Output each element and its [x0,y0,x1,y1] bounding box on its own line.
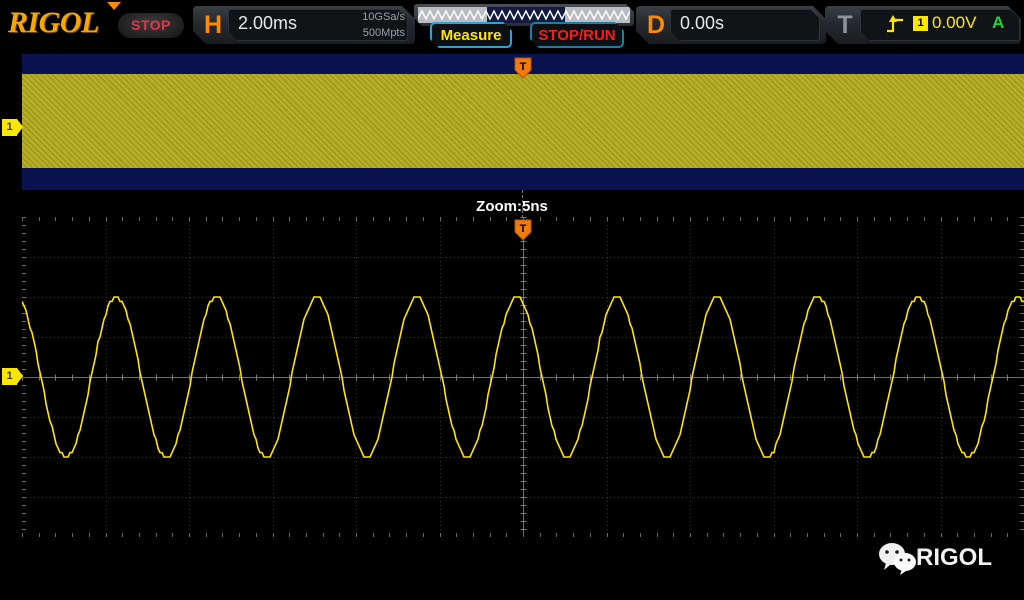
run-state-badge[interactable]: STOP [118,13,184,38]
delay-value: 0.00s [680,13,725,33]
horizontal-letter: H [203,11,223,39]
measure-button[interactable]: Measure [430,22,512,48]
wechat-watermark: RIGOL [878,542,1024,582]
main-trigger-position-marker-icon[interactable]: T [514,56,532,80]
rising-edge-icon [887,15,903,33]
memory-depth-value: 500Mpts [362,27,405,39]
main-channel1-ground-marker[interactable]: 1 [2,119,23,136]
trigger-mode-indicator: A [992,13,1005,32]
main-channel1-marker-arrow-icon [17,119,23,135]
wechat-watermark-text: RIGOL [916,544,992,571]
zoom-waveform-trace [22,296,1024,458]
zoom-scale-label: Zoom:5ns [476,198,548,215]
sample-rate-value: 10GSa/s [362,11,405,23]
zoom-channel1-marker-arrow-icon [17,368,23,384]
main-view-background-bottom [22,168,1024,190]
rigol-logo: RIGOL [8,6,99,39]
trigger-source-badge: 1 [913,16,928,31]
stop-run-button[interactable]: STOP/RUN [530,22,624,48]
main-channel1-marker-label: 1 [2,119,17,136]
zoom-waveform-view[interactable] [22,217,1024,537]
zoom-trigger-position-marker-icon[interactable]: T [514,218,532,242]
zoom-channel1-marker-label: 1 [2,368,17,385]
zoom-channel1-ground-marker[interactable]: 1 [2,368,23,385]
trigger-letter: T [837,11,853,39]
nav-waveform-icon [418,7,630,23]
trigger-level-value: 0.00V [932,13,977,32]
horizontal-scale-value: 2.00ms [238,13,298,33]
svg-text:T: T [520,61,527,73]
bottom-toolbar: 1 100mV Ω 0.00V 2 [0,542,1024,600]
oscilloscope-screen: RIGOL STOP H 2.00ms 10GSa/s 500Mpts Meas… [0,0,1024,600]
sample-rate-info: 10GSa/s 500Mpts [325,9,405,41]
delay-letter: D [646,11,666,39]
top-status-bar: RIGOL STOP H 2.00ms 10GSa/s 500Mpts Meas… [0,0,1024,50]
wechat-icon [879,543,916,575]
svg-text:T: T [520,223,527,235]
main-view-compressed-waveform [22,74,1024,170]
nav-trigger-marker-icon [107,2,121,10]
